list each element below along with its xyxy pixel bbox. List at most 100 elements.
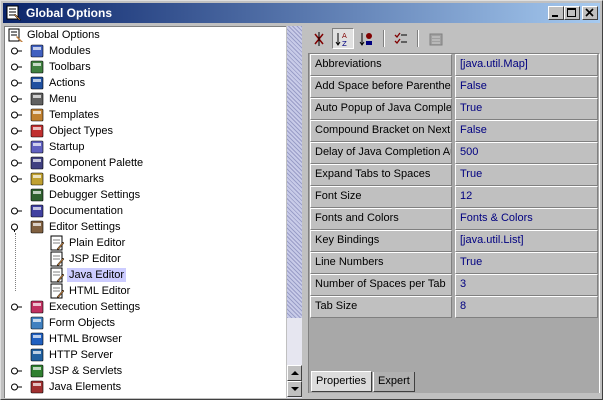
property-row[interactable]: Line Numbers True [310,252,600,274]
collapsed-toggle-icon[interactable] [11,302,23,312]
tree-item[interactable]: Object Types [5,123,285,139]
collapsed-toggle-icon[interactable] [11,46,23,56]
property-value[interactable]: False [455,120,598,142]
collapsed-toggle-icon[interactable] [11,174,23,184]
tree-item-label: Component Palette [49,157,144,169]
property-row[interactable]: Add Space before Parenthe False [310,76,600,98]
property-name[interactable]: Number of Spaces per Tab [310,274,452,296]
property-value[interactable]: 8 [455,296,598,318]
property-value[interactable]: 500 [455,142,598,164]
tree-item-label: HTTP Server [49,349,113,361]
tree-item[interactable]: Bookmarks [5,171,285,187]
title-bar[interactable]: Global Options [3,3,600,23]
options-tree[interactable]: Global Options Modules Toolbars Actions Menu… [4,26,286,398]
property-name[interactable]: Fonts and Colors [310,208,452,230]
tree-root[interactable]: Global Options [5,27,285,43]
tree-item[interactable]: HTTP Server [5,347,285,363]
tab-properties[interactable]: Properties [311,371,372,392]
tree-root-label: Global Options [27,29,100,41]
tree-item[interactable]: HTML Editor [5,283,285,299]
property-row[interactable]: Key Bindings [java.util.List] [310,230,600,252]
property-row[interactable]: Abbreviations [java.util.Map] [310,54,600,76]
tree-item[interactable]: Toolbars [5,59,285,75]
menu-icon [30,92,44,106]
collapsed-toggle-icon[interactable] [11,62,23,72]
tree-item[interactable]: JSP & Servlets [5,363,285,379]
tree-item[interactable]: Actions [5,75,285,91]
tree-item[interactable]: Component Palette [5,155,285,171]
property-value[interactable]: 3 [455,274,598,296]
tree-scrollbar[interactable] [286,26,302,398]
tree-item[interactable]: HTML Browser [5,331,285,347]
tree-item[interactable]: Menu [5,91,285,107]
collapsed-toggle-icon[interactable] [11,382,23,392]
tree-item[interactable]: Form Objects [5,315,285,331]
object-types-icon [30,124,44,138]
property-row[interactable]: Compound Bracket on Next I False [310,120,600,142]
property-row[interactable]: Font Size 12 [310,186,600,208]
property-name[interactable]: Delay of Java Completion Au [310,142,452,164]
property-row[interactable]: Expand Tabs to Spaces True [310,164,600,186]
collapsed-toggle-icon[interactable] [11,206,23,216]
property-name[interactable]: Abbreviations [310,54,452,76]
tree-item[interactable]: Modules [5,43,285,59]
tree-item[interactable]: Java Elements [5,379,285,395]
property-row[interactable]: Number of Spaces per Tab 3 [310,274,600,296]
collapsed-toggle-icon[interactable] [11,94,23,104]
scroll-up-button[interactable] [287,365,302,381]
property-name[interactable]: Font Size [310,186,452,208]
property-value[interactable]: True [455,98,598,120]
tree-item[interactable]: Debugger Settings [5,187,285,203]
sort-by-name-button[interactable]: A Z [332,28,354,49]
maximize-button[interactable] [564,6,580,20]
tree-item[interactable]: Editor Settings [5,219,285,235]
tree-item-label: Actions [49,77,86,89]
property-value[interactable]: [java.util.List] [455,230,598,252]
close-button[interactable] [582,6,598,20]
scrollbar-thumb[interactable] [287,26,302,318]
tree-item[interactable]: Templates [5,107,285,123]
property-row[interactable]: Auto Popup of Java Complet True [310,98,600,120]
customize-button[interactable] [425,28,447,49]
collapsed-toggle-icon[interactable] [11,142,23,152]
minimize-icon [552,15,558,17]
property-row[interactable]: Fonts and Colors Fonts & Colors [310,208,600,230]
tree-item-label: Form Objects [49,317,116,329]
collapsed-toggle-icon[interactable] [11,158,23,168]
expanded-toggle-icon[interactable] [11,222,23,232]
property-sheet-panel: A Z Abbreviations [java.util.Map] Add Sp… [307,26,601,398]
execution-icon [30,300,44,314]
property-name[interactable]: Tab Size [310,296,452,318]
collapsed-toggle-icon[interactable] [11,126,23,136]
property-name[interactable]: Line Numbers [310,252,452,274]
scroll-down-button[interactable] [287,381,302,397]
unsorted-button[interactable] [308,28,330,49]
collapsed-toggle-icon[interactable] [11,110,23,120]
jsp-editor-icon [50,251,65,267]
property-name[interactable]: Compound Bracket on Next I [310,120,452,142]
property-value[interactable]: Fonts & Colors [455,208,598,230]
sort-by-type-button[interactable] [356,28,378,49]
minimize-button[interactable] [548,6,564,20]
tree-item[interactable]: Execution Settings [5,299,285,315]
property-row[interactable]: Delay of Java Completion Au 500 [310,142,600,164]
property-value[interactable]: 12 [455,186,598,208]
tree-item[interactable]: Startup [5,139,285,155]
property-name[interactable]: Key Bindings [310,230,452,252]
collapsed-toggle-icon[interactable] [11,78,23,88]
tab-expert[interactable]: Expert [373,372,415,392]
property-value[interactable]: True [455,252,598,274]
show-checklist-button[interactable] [390,28,412,49]
tree-item[interactable]: Documentation [5,203,285,219]
tree-item[interactable]: JSP Editor [5,251,285,267]
property-value[interactable]: False [455,76,598,98]
property-name[interactable]: Auto Popup of Java Complet [310,98,452,120]
tree-item[interactable]: Plain Editor [5,235,285,251]
collapsed-toggle-icon[interactable] [11,366,23,376]
property-name[interactable]: Expand Tabs to Spaces [310,164,452,186]
property-name[interactable]: Add Space before Parenthe [310,76,452,98]
property-row[interactable]: Tab Size 8 [310,296,600,318]
tree-item[interactable]: Java Editor [5,267,285,283]
property-value[interactable]: True [455,164,598,186]
property-value[interactable]: [java.util.Map] [455,54,598,76]
